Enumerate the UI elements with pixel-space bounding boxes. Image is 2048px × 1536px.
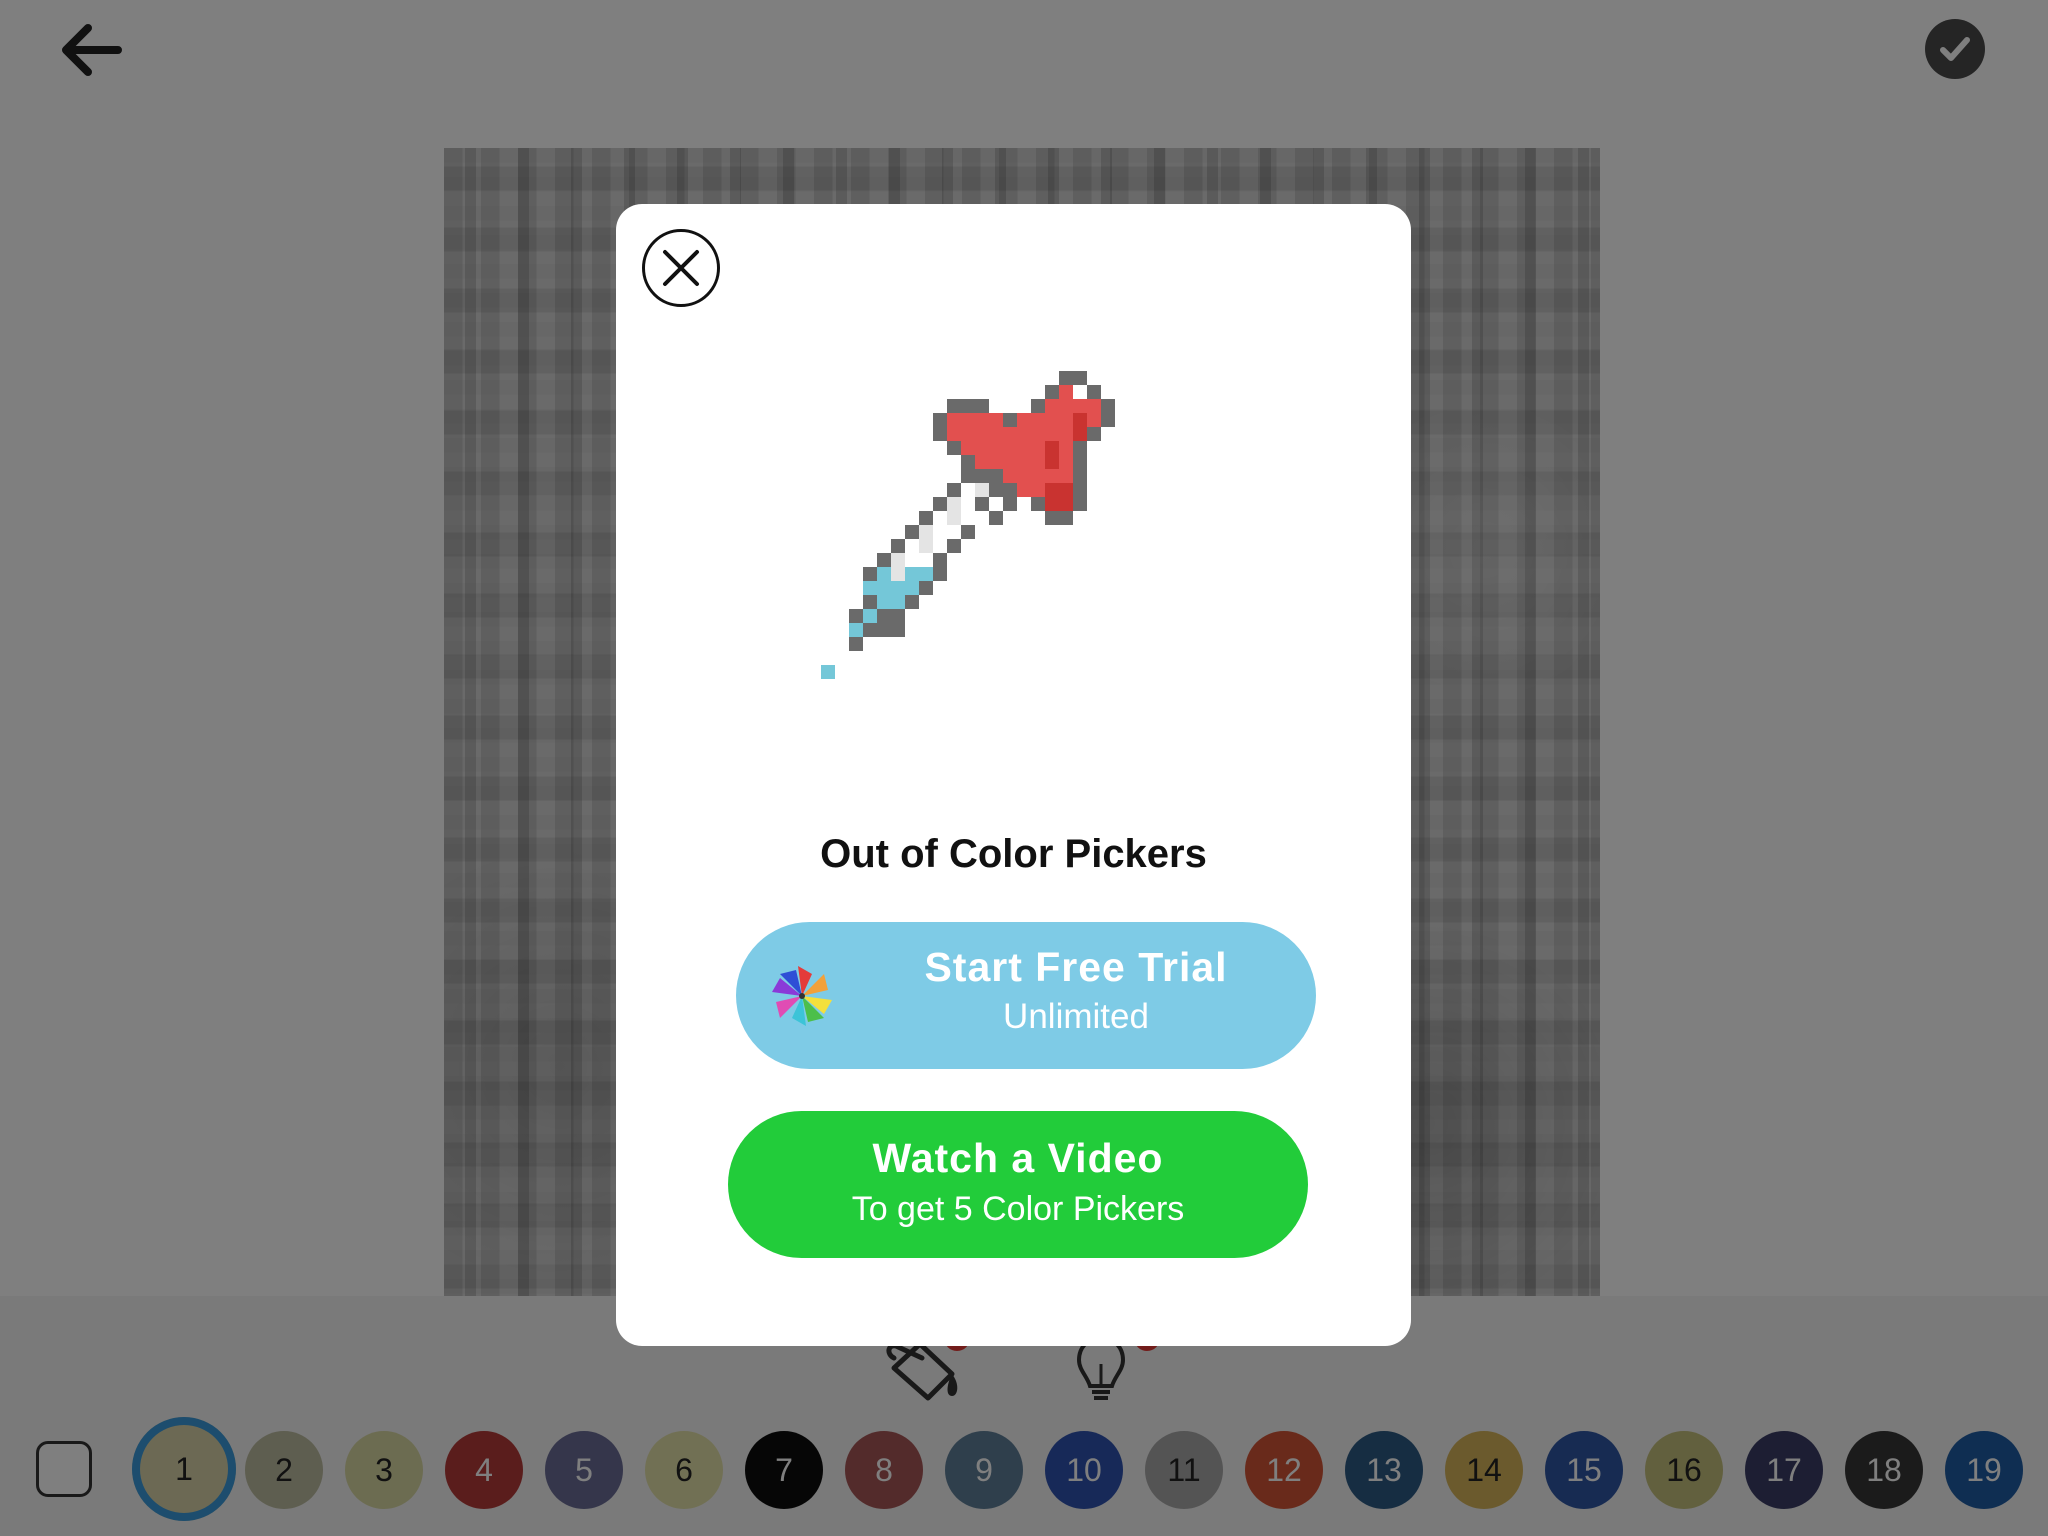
video-label: Watch a Video — [872, 1135, 1164, 1181]
pinwheel-icon — [772, 966, 832, 1026]
close-button[interactable] — [642, 229, 720, 307]
dialog-title: Out of Color Pickers — [820, 832, 1207, 876]
trial-sublabel: Unlimited — [1003, 997, 1149, 1036]
watch-video-button[interactable]: Watch a Video To get 5 Color Pickers — [728, 1111, 1308, 1258]
trial-text: Start Free Trial Unlimited — [836, 944, 1316, 1037]
trial-label: Start Free Trial — [924, 944, 1228, 990]
out-of-color-pickers-dialog: Out of Color Pickers Start Free Trial Un… — [616, 204, 1411, 1346]
start-free-trial-button[interactable]: Start Free Trial Unlimited — [736, 922, 1316, 1069]
color-picker-dropper-icon — [821, 371, 1115, 679]
close-icon — [663, 250, 699, 286]
video-sublabel: To get 5 Color Pickers — [851, 1190, 1185, 1228]
